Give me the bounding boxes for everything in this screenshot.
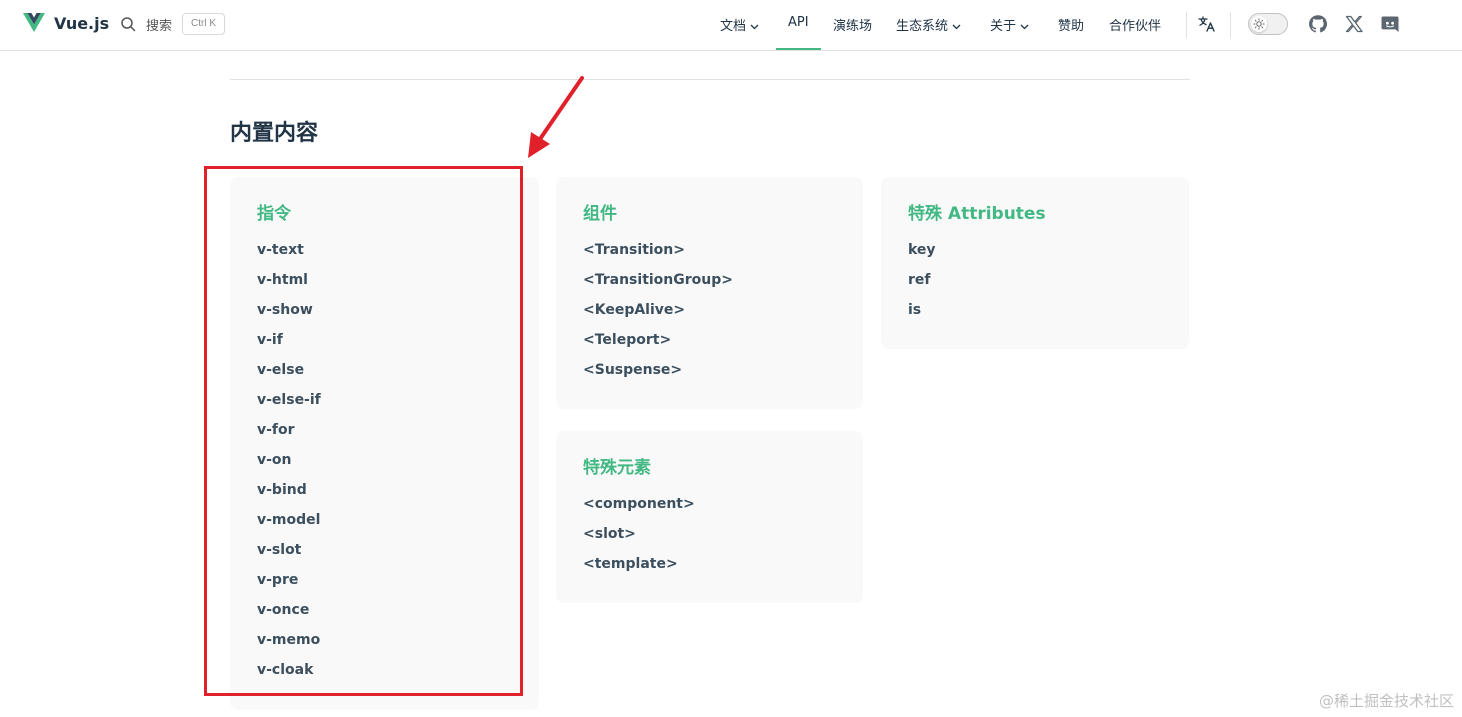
nav-partners-label: 合作伙伴 [1109,19,1162,34]
nav-sponsor[interactable]: 赞助 [1058,15,1084,34]
nav-api[interactable]: API [788,15,809,30]
nav-about[interactable]: 关于 [990,15,1029,34]
nav-active-indicator [776,48,821,50]
github-icon[interactable] [1308,14,1328,34]
special-attributes-card-title: 特殊 Attributes [908,204,1046,224]
theme-toggle[interactable] [1248,13,1288,35]
x-icon[interactable] [1344,14,1364,34]
special-elements-list: <component> <slot> <template> [583,496,695,586]
components-list: <Transition> <TransitionGroup> <KeepAliv… [583,242,733,392]
component-link[interactable]: <Transition> [583,242,733,272]
special-attribute-link[interactable]: key [908,242,936,272]
components-card-title: 组件 [583,204,617,224]
chevron-down-icon [952,24,961,29]
special-element-link[interactable]: <template> [583,556,695,586]
watermark: @稀土掘金技术社区 [1318,692,1454,710]
special-element-link[interactable]: <component> [583,496,695,526]
component-link[interactable]: <Teleport> [583,332,733,362]
special-elements-card: 特殊元素 <component> <slot> <template> [556,431,863,603]
nav-playground[interactable]: 演练场 [833,15,872,34]
special-elements-card-title: 特殊元素 [583,458,651,478]
top-navbar: Vue.js 搜索 Ctrl K 文档 API 演练场 生态系统 关于 赞助 合… [0,0,1462,51]
discord-icon[interactable] [1380,14,1400,34]
special-attributes-card: 特殊 Attributes key ref is [881,177,1189,349]
content-divider [230,79,1190,80]
brand-name[interactable]: Vue.js [54,14,109,33]
nav-ecosystem-label: 生态系统 [896,19,949,34]
special-attribute-link[interactable]: is [908,302,936,332]
nav-ecosystem[interactable]: 生态系统 [896,15,961,34]
component-link[interactable]: <KeepAlive> [583,302,733,332]
nav-playground-label: 演练场 [833,19,873,34]
components-card: 组件 <Transition> <TransitionGroup> <KeepA… [556,177,863,409]
chevron-down-icon [750,24,759,29]
component-link[interactable]: <Suspense> [583,362,733,392]
annotation-highlight-box [204,166,523,696]
vue-logo-icon[interactable] [22,11,46,35]
special-attributes-list: key ref is [908,242,936,332]
translate-icon[interactable] [1198,15,1216,33]
special-attribute-link[interactable]: ref [908,272,936,302]
nav-api-label: API [788,15,809,30]
search-shortcut-key: Ctrl K [182,13,225,35]
component-link[interactable]: <TransitionGroup> [583,272,733,302]
nav-docs-label: 文档 [720,19,747,34]
nav-divider [1186,12,1187,38]
sun-icon [1253,18,1265,30]
nav-partners[interactable]: 合作伙伴 [1109,15,1161,34]
nav-about-label: 关于 [990,19,1017,34]
special-element-link[interactable]: <slot> [583,526,695,556]
search-button-label[interactable]: 搜索 [146,15,172,34]
nav-docs[interactable]: 文档 [720,15,759,34]
theme-toggle-knob [1251,16,1267,32]
nav-sponsor-label: 赞助 [1058,19,1085,34]
annotation-arrow-icon [528,76,584,158]
chevron-down-icon [1020,24,1029,29]
section-title: 内置内容 [230,121,319,146]
search-icon[interactable] [120,16,136,32]
nav-divider [1230,12,1231,38]
